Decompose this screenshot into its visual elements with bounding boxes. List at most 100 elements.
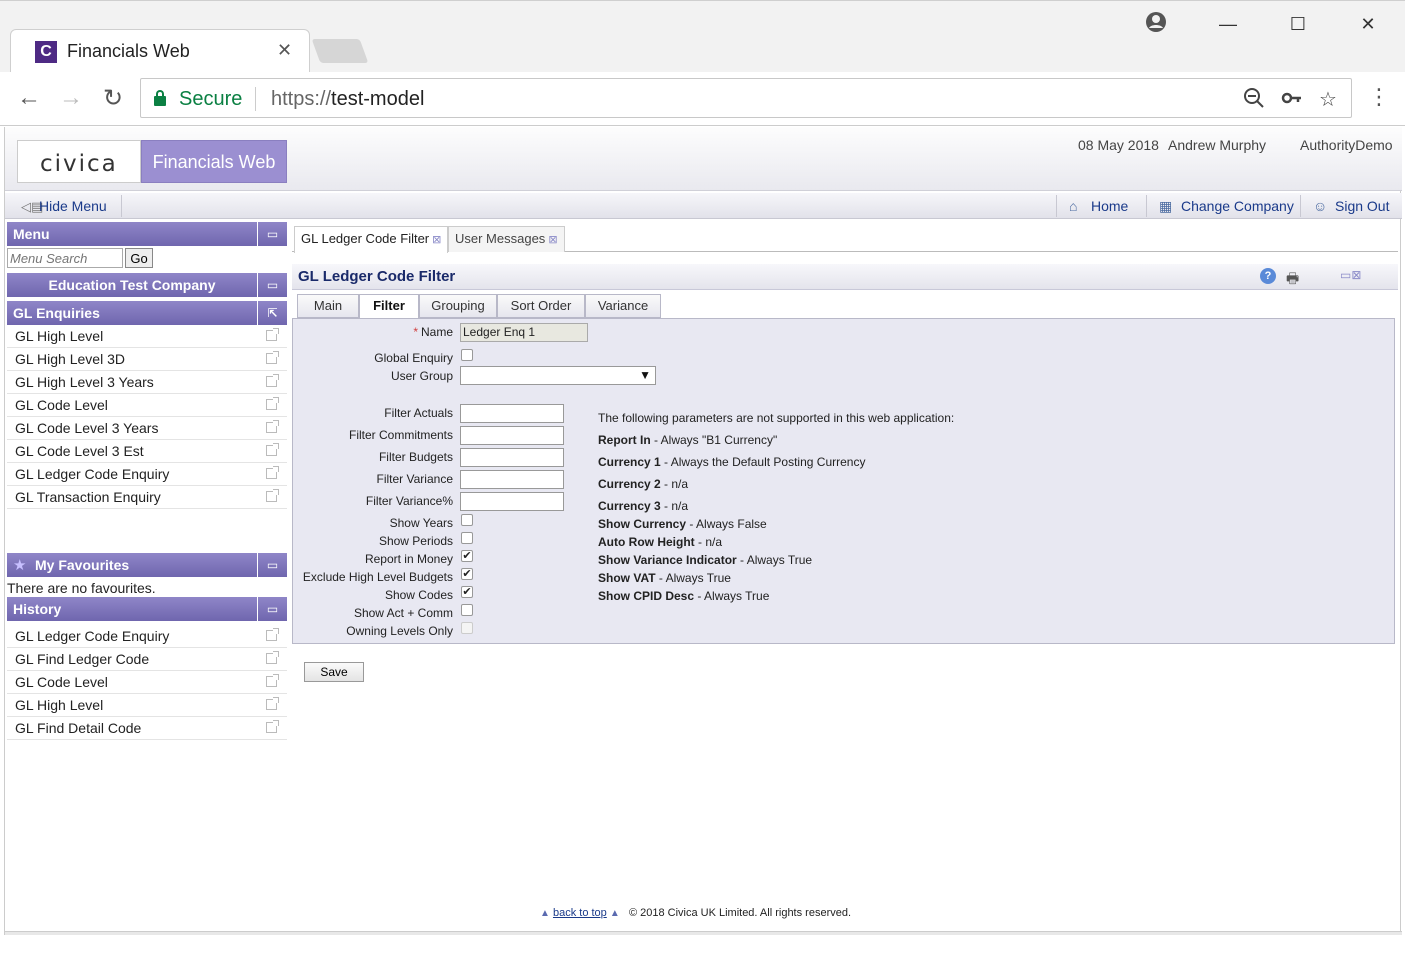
hide-menu-icon: ◁▤ (21, 199, 44, 214)
sidebar-item-gl-code-level-3-est[interactable]: GL Code Level 3 Est (7, 440, 287, 463)
menu-search-go-button[interactable]: Go (125, 248, 153, 268)
tab-user-messages[interactable]: User Messages ⊠ (448, 226, 565, 252)
zoom-icon[interactable] (1243, 87, 1265, 115)
profile-icon[interactable] (1143, 11, 1169, 37)
header-user: Andrew Murphy (1168, 137, 1267, 153)
open-external-icon[interactable] (266, 651, 279, 664)
key-icon[interactable] (1281, 87, 1303, 115)
open-external-icon[interactable] (266, 466, 279, 479)
tab-gl-ledger-code-filter[interactable]: GL Ledger Code Filter ⊠ (294, 226, 449, 253)
sidebar-item-gl-ledger-code-enquiry[interactable]: GL Ledger Code Enquiry (7, 463, 287, 486)
history-item-gl-code-level[interactable]: GL Code Level (7, 671, 287, 694)
new-tab-button[interactable] (311, 39, 369, 63)
filter-budgets-input[interactable] (460, 448, 564, 467)
forward-arrow-icon[interactable]: → (56, 84, 86, 112)
sign-out-link[interactable]: ☺ Sign Out (1300, 195, 1400, 217)
name-label: * Name (413, 325, 453, 339)
open-external-icon[interactable] (266, 443, 279, 456)
browser-tab[interactable]: C Financials Web ✕ (10, 29, 310, 73)
address-bar[interactable]: Secure https://test-model ☆ (140, 78, 1352, 118)
tab-variance[interactable]: Variance (585, 294, 661, 318)
browser-toolbar: ← → ↻ Secure https://test-model ☆ ⋮ (0, 72, 1405, 126)
civica-logo: civica (17, 140, 141, 183)
filter-variance-label: Filter Variance (376, 472, 453, 486)
tab-sort-order[interactable]: Sort Order (497, 294, 585, 318)
show-codes-checkbox[interactable]: ✔ (461, 586, 473, 598)
filter-actuals-input[interactable] (460, 404, 564, 423)
help-icon[interactable]: ? (1260, 268, 1276, 284)
favourites-toggle-icon[interactable]: ▭ (257, 553, 287, 577)
back-to-top-link[interactable]: back to top (553, 907, 607, 919)
history-item-gl-find-detail-code[interactable]: GL Find Detail Code (7, 717, 287, 740)
home-link[interactable]: ⌂ Home (1056, 195, 1140, 217)
report-in-money-checkbox[interactable]: ✔ (461, 550, 473, 562)
filter-variance-input[interactable] (460, 470, 564, 489)
history-item-gl-high-level[interactable]: GL High Level (7, 694, 287, 717)
form-title: GL Ledger Code Filter (298, 268, 456, 285)
enquiries-up-icon[interactable]: ⇱ (257, 301, 287, 325)
history-toggle-icon[interactable]: ▭ (257, 597, 287, 621)
open-external-icon[interactable] (266, 489, 279, 502)
building-icon: ▦ (1159, 198, 1173, 214)
show-act-comm-checkbox[interactable] (461, 604, 473, 616)
name-field[interactable]: Ledger Enq 1 (460, 323, 588, 342)
back-arrow-icon[interactable]: ← (14, 84, 44, 112)
owning-levels-only-checkbox[interactable] (461, 622, 473, 634)
show-years-checkbox[interactable] (461, 514, 473, 526)
maximize-window-button[interactable]: ☐ (1285, 11, 1311, 37)
open-external-icon[interactable] (266, 374, 279, 387)
panel-toggle-icon[interactable]: ▭ (257, 222, 287, 246)
sidebar-item-gl-high-level[interactable]: GL High Level (7, 325, 287, 348)
sidebar-item-gl-transaction-enquiry[interactable]: GL Transaction Enquiry (7, 486, 287, 509)
tab-main[interactable]: Main (297, 294, 359, 318)
bookmark-star-icon[interactable]: ☆ (1319, 87, 1337, 112)
open-external-icon[interactable] (266, 397, 279, 410)
tab-close-icon[interactable]: ✕ (277, 40, 292, 61)
close-form-icon[interactable]: ▭⊠ (1340, 268, 1361, 282)
sidebar-item-gl-code-level-3-years[interactable]: GL Code Level 3 Years (7, 417, 287, 440)
close-tab-icon[interactable]: ⊠ (548, 234, 557, 246)
sidebar-item-gl-code-level[interactable]: GL Code Level (7, 394, 287, 417)
menu-search-input[interactable] (7, 248, 123, 268)
open-external-icon[interactable] (266, 328, 279, 341)
company-toggle-icon[interactable]: ▭ (257, 273, 287, 297)
tab-filter[interactable]: Filter (359, 294, 419, 319)
hide-menu-button[interactable]: ◁▤Hide Menu (7, 195, 122, 217)
reload-icon[interactable]: ↻ (98, 84, 128, 113)
print-icon[interactable]: 🖶 (1286, 268, 1299, 292)
sidebar: Menu ▭ Go Education Test Company ▭ GL En… (7, 222, 287, 740)
close-window-button[interactable]: ✕ (1355, 11, 1381, 37)
filter-variance-pct-input[interactable] (460, 492, 564, 511)
open-external-icon[interactable] (266, 420, 279, 433)
tab-grouping[interactable]: Grouping (419, 294, 497, 318)
open-external-icon[interactable] (266, 674, 279, 687)
user-group-select[interactable]: ▼ (460, 366, 656, 385)
open-external-icon[interactable] (266, 351, 279, 364)
filter-commitments-input[interactable] (460, 426, 564, 445)
gl-enquiries-header[interactable]: GL Enquiries ⇱ (7, 301, 287, 325)
filter-commitments-label: Filter Commitments (348, 428, 453, 442)
history-item-gl-ledger-code-enquiry[interactable]: GL Ledger Code Enquiry (7, 625, 287, 648)
sidebar-item-gl-high-level-3-years[interactable]: GL High Level 3 Years (7, 371, 287, 394)
global-enquiry-checkbox[interactable] (461, 349, 473, 361)
exclude-high-level-budgets-checkbox[interactable]: ✔ (461, 568, 473, 580)
company-header[interactable]: Education Test Company ▭ (7, 273, 287, 297)
open-external-icon[interactable] (266, 697, 279, 710)
url-text[interactable]: https://test-model (271, 88, 424, 111)
sidebar-item-gl-high-level-3d[interactable]: GL High Level 3D (7, 348, 287, 371)
user-signout-icon: ☺ (1313, 198, 1328, 214)
footer: ▲ back to top ▲ © 2018 Civica UK Limited… (540, 907, 851, 919)
open-external-icon[interactable] (266, 628, 279, 641)
save-button[interactable]: Save (304, 662, 364, 682)
minimize-window-button[interactable]: — (1215, 11, 1241, 37)
close-tab-icon[interactable]: ⊠ (432, 234, 441, 246)
header-authority: AuthorityDemo (1300, 137, 1393, 153)
history-item-gl-find-ledger-code[interactable]: GL Find Ledger Code (7, 648, 287, 671)
show-periods-checkbox[interactable] (461, 532, 473, 544)
note-item: Currency 2 - n/a (598, 477, 689, 491)
open-external-icon[interactable] (266, 720, 279, 733)
browser-menu-icon[interactable]: ⋮ (1368, 84, 1390, 110)
change-company-link[interactable]: ▦ Change Company (1146, 195, 1296, 217)
app-header: civica Financials Web 08 May 2018 Andrew… (5, 127, 1402, 191)
address-separator (255, 87, 256, 111)
